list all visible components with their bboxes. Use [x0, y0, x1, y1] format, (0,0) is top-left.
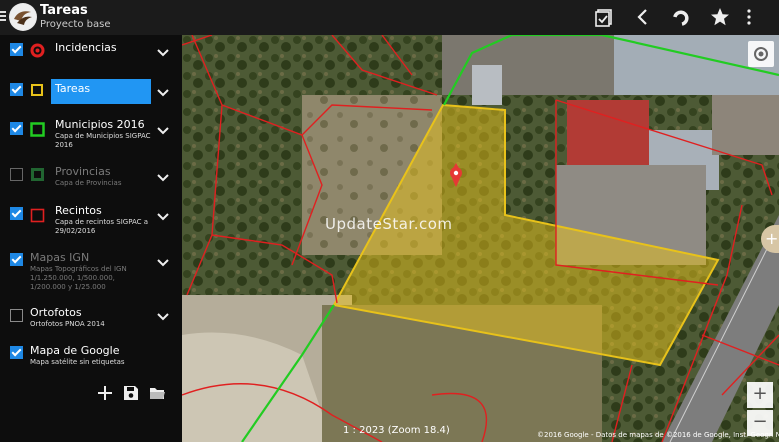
- save-icon[interactable]: [123, 385, 139, 401]
- layer-checkbox[interactable]: [10, 346, 23, 359]
- red-square-icon: [30, 208, 45, 223]
- add-icon[interactable]: [97, 385, 113, 401]
- red-target-icon: [30, 43, 45, 58]
- overflow-menu-icon[interactable]: [747, 8, 751, 26]
- layer-name: Recintos: [55, 204, 102, 217]
- chevron-down-icon[interactable]: [156, 173, 170, 183]
- checklist-icon[interactable]: [593, 6, 615, 28]
- crosshair-icon: [754, 47, 768, 61]
- layer-row-municipios[interactable]: Municipios 2016 Capa de Municipios SIGPA…: [0, 115, 182, 155]
- layer-description: Capa de recintos SIGPAC a 29/02/2016: [55, 218, 149, 235]
- layer-checkbox[interactable]: [10, 207, 23, 220]
- layer-name: Incidencias: [55, 41, 117, 54]
- layer-name: Municipios 2016: [55, 118, 145, 131]
- layer-checkbox[interactable]: [10, 253, 23, 266]
- layer-row-ortofotos[interactable]: Ortofotos Ortofotos PNOA 2014: [0, 303, 182, 333]
- magnet-icon[interactable]: [671, 6, 693, 28]
- layer-row-incidencias[interactable]: Incidencias: [0, 35, 182, 73]
- layer-description: Mapas Topográficos del IGN 1/1.250.000, …: [30, 265, 127, 291]
- watermark-text: UpdateStar.com: [325, 215, 453, 233]
- layer-checkbox[interactable]: [10, 122, 23, 135]
- layer-checkbox[interactable]: [10, 83, 23, 96]
- layer-row-tareas[interactable]: Tareas: [0, 73, 182, 111]
- layer-name: Mapas IGN: [30, 251, 90, 264]
- app-logo: [9, 3, 37, 31]
- green-filled-square-icon: [31, 168, 44, 181]
- chevron-down-icon[interactable]: [156, 258, 170, 268]
- layer-name: Ortofotos: [30, 306, 82, 319]
- map-attribution: ©2016 Google - Datos de mapas de ©2016 d…: [537, 431, 779, 439]
- layer-name: Mapa de Google: [30, 344, 120, 357]
- layer-checkbox[interactable]: [10, 168, 23, 181]
- layer-description: Capa de Municipios SIGPAC 2016: [55, 132, 151, 149]
- map-scale-label: 1 : 2023 (Zoom 18.4): [343, 425, 450, 436]
- chevron-down-icon[interactable]: [156, 48, 170, 58]
- layer-name: Tareas: [55, 82, 91, 95]
- star-icon[interactable]: [709, 6, 731, 28]
- back-chevron-icon[interactable]: [632, 6, 654, 28]
- chevron-down-icon[interactable]: [156, 212, 170, 222]
- layer-name: Provincias: [55, 165, 111, 178]
- folder-icon[interactable]: [149, 385, 166, 401]
- my-location-button[interactable]: [748, 41, 774, 67]
- green-square-icon: [30, 122, 45, 137]
- yellow-square-icon: [31, 84, 43, 96]
- chevron-down-icon[interactable]: [156, 312, 170, 322]
- layer-row-provincias[interactable]: Provincias Capa de Provincias: [0, 161, 182, 195]
- layer-row-mapa-google[interactable]: Mapa de Google Mapa satélite sin etiquet…: [0, 341, 182, 371]
- chevron-down-icon[interactable]: [156, 88, 170, 98]
- satellite-map[interactable]: [182, 35, 779, 442]
- chevron-down-icon[interactable]: [156, 126, 170, 136]
- app-title: Tareas: [40, 3, 88, 18]
- layer-description: Capa de Provincias: [55, 179, 122, 187]
- layer-description: Mapa satélite sin etiquetas: [30, 358, 125, 366]
- layer-row-mapas-ign[interactable]: Mapas IGN Mapas Topográficos del IGN 1/1…: [0, 249, 182, 295]
- layer-row-recintos[interactable]: Recintos Capa de recintos SIGPAC a 29/02…: [0, 201, 182, 243]
- menu-icon[interactable]: [0, 11, 8, 23]
- layers-panel: Incidencias Tareas Municipios 2016 Capa …: [0, 35, 182, 442]
- layer-checkbox[interactable]: [10, 43, 23, 56]
- app-toolbar: Tareas Proyecto base: [0, 0, 779, 35]
- layer-checkbox[interactable]: [10, 309, 23, 322]
- zoom-in-button[interactable]: +: [747, 382, 773, 408]
- app-subtitle: Proyecto base: [40, 19, 111, 30]
- layer-description: Ortofotos PNOA 2014: [30, 320, 105, 328]
- map-view[interactable]: +: [182, 35, 779, 442]
